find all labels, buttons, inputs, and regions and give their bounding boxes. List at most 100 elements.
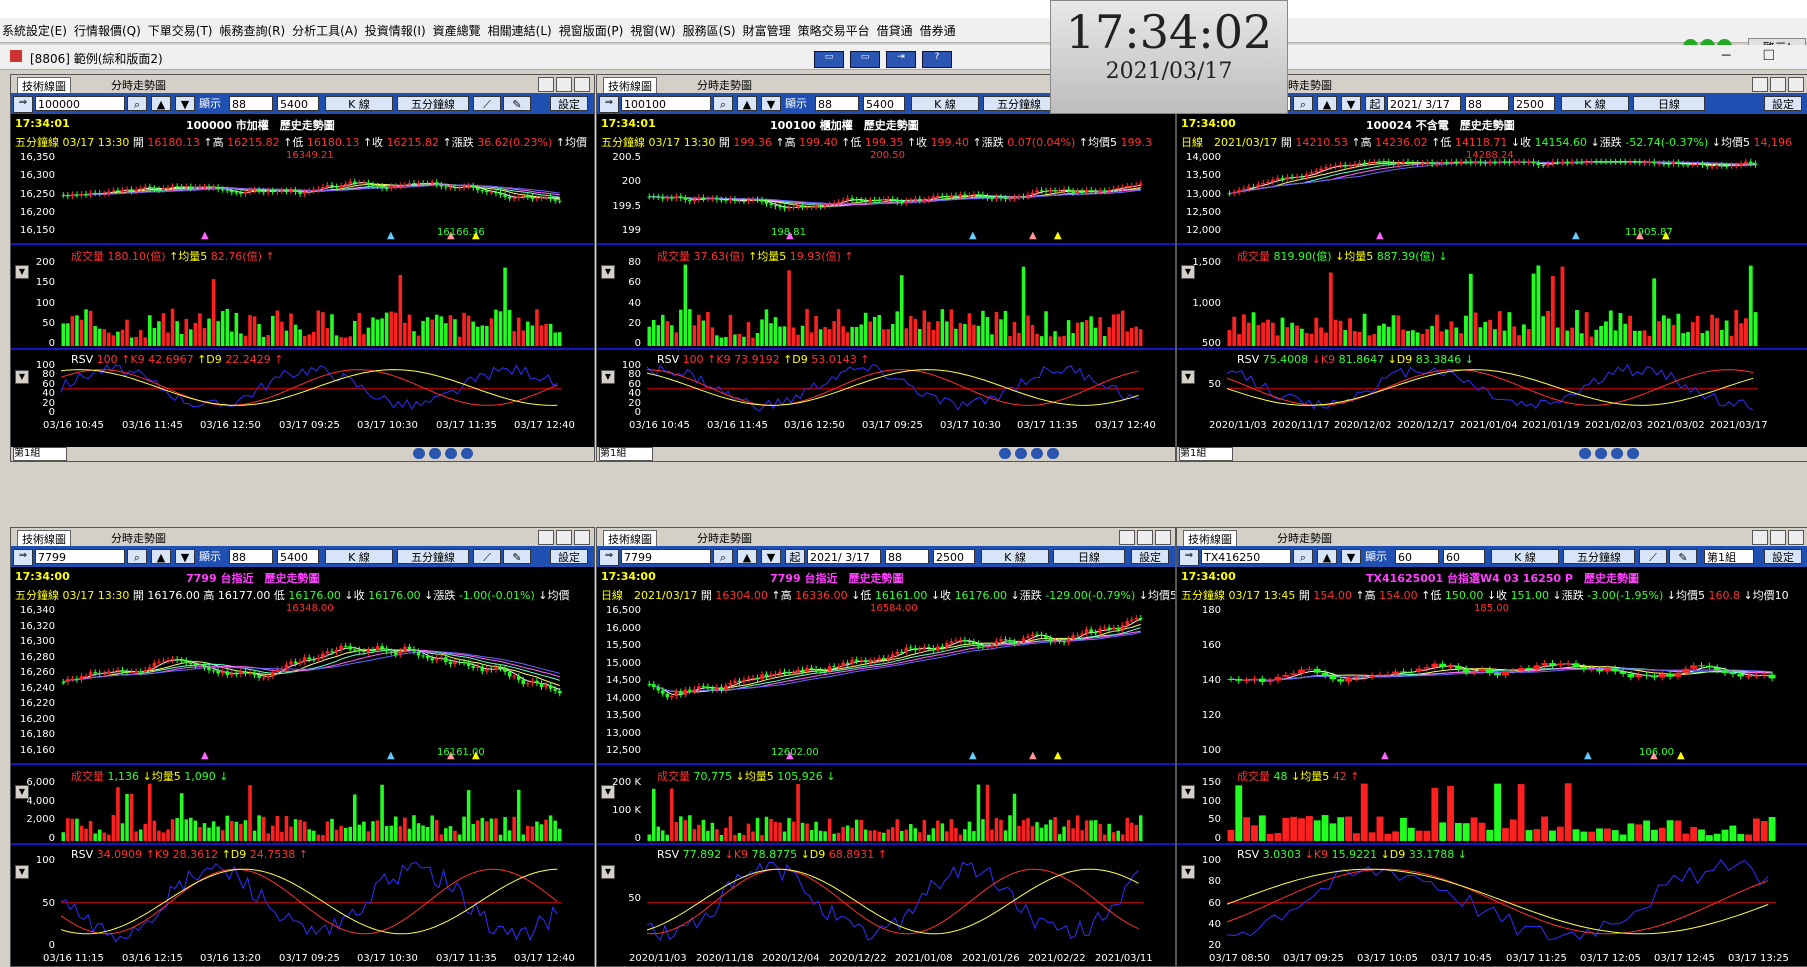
chart-type-select[interactable]: K 線 bbox=[325, 96, 393, 111]
event-marker-icon[interactable]: ▲ bbox=[969, 750, 977, 761]
panel-close-icon[interactable] bbox=[1155, 530, 1171, 545]
settings-button[interactable]: 設定 bbox=[1131, 549, 1169, 564]
panel-restore-icon[interactable] bbox=[538, 530, 554, 545]
display-count-input[interactable]: 88 bbox=[815, 96, 859, 111]
tab-intraday-chart[interactable]: 分時走勢圖 bbox=[1273, 530, 1336, 545]
event-marker-icon[interactable]: ▲ bbox=[387, 230, 395, 241]
price-chart[interactable]: 180 160 140 120 100 185.00 106.00 ▲ ▲ ▲ ▲ bbox=[1177, 603, 1807, 763]
panel-restore-icon[interactable] bbox=[538, 77, 554, 92]
next-symbol-icon[interactable]: ▼ bbox=[761, 96, 781, 111]
symbol-code-input[interactable]: 7799 bbox=[35, 549, 125, 564]
search-icon[interactable]: ⌕ bbox=[127, 96, 147, 111]
display-count-input[interactable]: 88 bbox=[885, 549, 929, 564]
panel-close-icon[interactable] bbox=[1788, 77, 1804, 92]
link-arrow-icon[interactable]: ⇒ bbox=[599, 96, 619, 113]
maximize-icon[interactable]: ☐ bbox=[1762, 48, 1775, 64]
event-marker-icon[interactable]: ▲ bbox=[1381, 750, 1389, 761]
scroll-left-icon[interactable] bbox=[1031, 448, 1043, 459]
period-select[interactable]: 五分鐘線 bbox=[983, 96, 1055, 111]
eraser-tool-icon[interactable]: ✎ bbox=[503, 96, 531, 111]
volume-chart[interactable]: ▼ 成交量 819.90(億) ↓均量5 887.39(億) ↓ 1,500 1,00… bbox=[1177, 243, 1807, 350]
bar-count-input[interactable]: 5400 bbox=[277, 549, 319, 564]
search-icon[interactable]: ⌕ bbox=[713, 96, 733, 111]
menu-item[interactable]: 相關連結(L) bbox=[488, 24, 552, 38]
settings-button[interactable]: 設定 bbox=[1764, 96, 1802, 111]
kd-chart[interactable]: ▼ RSV 100 ↑K9 42.6967 ↑D9 22.2429 ↑ 100 80 6… bbox=[11, 348, 594, 419]
menu-item[interactable]: 財富管理 bbox=[743, 24, 791, 38]
event-marker-icon[interactable]: ▲ bbox=[447, 230, 455, 241]
zoom-in-icon[interactable] bbox=[1015, 448, 1027, 459]
link-arrow-icon[interactable]: ⇒ bbox=[1179, 549, 1199, 566]
event-marker-icon[interactable]: ▲ bbox=[201, 230, 209, 241]
event-marker-icon[interactable]: ▲ bbox=[1677, 750, 1685, 761]
layout-tool-3-icon[interactable]: ⇥ bbox=[886, 51, 916, 68]
chart-type-select[interactable]: K 線 bbox=[325, 549, 393, 564]
search-icon[interactable]: ⌕ bbox=[713, 549, 733, 564]
panel-maximize-icon[interactable] bbox=[1137, 530, 1153, 545]
event-marker-icon[interactable]: ▲ bbox=[201, 750, 209, 761]
event-marker-icon[interactable]: ▲ bbox=[786, 230, 794, 241]
event-marker-icon[interactable]: ▲ bbox=[1572, 230, 1580, 241]
zoom-in-icon[interactable] bbox=[1595, 448, 1607, 459]
bar-count-input[interactable]: 5400 bbox=[277, 96, 319, 111]
zoom-out-icon[interactable] bbox=[413, 448, 425, 459]
chart-type-select[interactable]: K 線 bbox=[1491, 549, 1559, 564]
menu-item[interactable]: 視窗(W) bbox=[630, 24, 675, 38]
display-count-input[interactable]: 88 bbox=[1465, 96, 1509, 111]
panel-close-icon[interactable] bbox=[574, 530, 590, 545]
panel-maximize-icon[interactable] bbox=[1770, 530, 1786, 545]
group-select[interactable]: 第1組 bbox=[599, 447, 653, 461]
event-marker-icon[interactable]: ▲ bbox=[1029, 750, 1037, 761]
price-chart[interactable]: 16,350 16,300 16,250 16,200 16,150 16349.21 16… bbox=[11, 150, 594, 243]
kd-chart[interactable]: ▼ RSV 100 ↑K9 73.9192 ↑D9 53.0143 ↑ 100 80 6… bbox=[597, 348, 1175, 419]
prev-symbol-icon[interactable]: ▲ bbox=[1317, 96, 1337, 111]
menu-item[interactable]: 視窗版面(P) bbox=[559, 24, 624, 38]
panel-close-icon[interactable] bbox=[574, 77, 590, 92]
volume-chart[interactable]: ▼ 成交量 180.10(億) ↑均量5 82.76(億) ↑ 200 150 100 5… bbox=[11, 243, 594, 350]
panel-restore-icon[interactable] bbox=[1752, 530, 1768, 545]
prev-symbol-icon[interactable]: ▲ bbox=[1317, 549, 1337, 564]
kd-chart[interactable]: ▼ RSV 3.0303 ↓K9 15.9221 ↓D9 33.1788 ↓ 100… bbox=[1177, 843, 1807, 952]
scroll-right-icon[interactable] bbox=[461, 448, 473, 459]
event-marker-icon[interactable]: ▲ bbox=[1029, 230, 1037, 241]
zoom-out-icon[interactable] bbox=[1579, 448, 1591, 459]
bar-count-input[interactable]: 5400 bbox=[863, 96, 905, 111]
next-symbol-icon[interactable]: ▼ bbox=[1341, 549, 1361, 564]
event-marker-icon[interactable]: ▲ bbox=[1054, 750, 1062, 761]
bar-count-input[interactable]: 2500 bbox=[1513, 96, 1555, 111]
menu-item[interactable]: 服務區(S) bbox=[683, 24, 736, 38]
next-symbol-icon[interactable]: ▼ bbox=[761, 549, 781, 564]
event-marker-icon[interactable]: ▲ bbox=[447, 750, 455, 761]
menu-item[interactable]: 借券通 bbox=[920, 24, 956, 38]
panel-restore-icon[interactable] bbox=[1752, 77, 1768, 92]
symbol-code-input[interactable]: 7799 bbox=[621, 549, 711, 564]
volume-chart[interactable]: ▼ 成交量 48 ↓均量5 42 ↑ 150 100 50 0 bbox=[1177, 763, 1807, 845]
tab-intraday-chart[interactable]: 分時走勢圖 bbox=[693, 77, 756, 92]
symbol-code-input[interactable]: TX416250 bbox=[1201, 549, 1291, 564]
search-icon[interactable]: ⌕ bbox=[1293, 549, 1313, 564]
scroll-left-icon[interactable] bbox=[1611, 448, 1623, 459]
period-select[interactable]: 日線 bbox=[1053, 549, 1125, 564]
next-symbol-icon[interactable]: ▼ bbox=[1341, 96, 1361, 111]
event-marker-icon[interactable]: ▲ bbox=[472, 230, 480, 241]
panel-maximize-icon[interactable] bbox=[556, 530, 572, 545]
scroll-right-icon[interactable] bbox=[1627, 448, 1639, 459]
panel-restore-icon[interactable] bbox=[1119, 530, 1135, 545]
price-chart[interactable]: 14,000 13,500 13,000 12,500 12,000 14288.24 11… bbox=[1177, 150, 1807, 243]
tab-technical-chart[interactable]: 技術線圖 bbox=[603, 530, 657, 546]
settings-button[interactable]: 設定 bbox=[1764, 549, 1802, 564]
period-select[interactable]: 五分鐘線 bbox=[1563, 549, 1635, 564]
kd-chart[interactable]: ▼ RSV 75.4008 ↓K9 81.8647 ↓D9 83.3846 ↓ 50 bbox=[1177, 348, 1807, 419]
start-date-input[interactable]: 2021/ 3/17 bbox=[807, 549, 881, 564]
next-symbol-icon[interactable]: ▼ bbox=[175, 549, 195, 564]
help-icon[interactable]: ? bbox=[922, 51, 952, 68]
eraser-tool-icon[interactable]: ✎ bbox=[503, 549, 531, 564]
draw-line-tool-icon[interactable]: ⟋ bbox=[1639, 549, 1667, 564]
period-select[interactable]: 五分鐘線 bbox=[397, 96, 469, 111]
display-count-input[interactable]: 88 bbox=[229, 96, 273, 111]
prev-symbol-icon[interactable]: ▲ bbox=[737, 96, 757, 111]
menu-item[interactable]: 下單交易(T) bbox=[148, 24, 213, 38]
kd-menu-icon[interactable]: ▼ bbox=[15, 865, 29, 879]
eraser-tool-icon[interactable]: ✎ bbox=[1669, 549, 1697, 564]
event-marker-icon[interactable]: ▲ bbox=[1662, 230, 1670, 241]
